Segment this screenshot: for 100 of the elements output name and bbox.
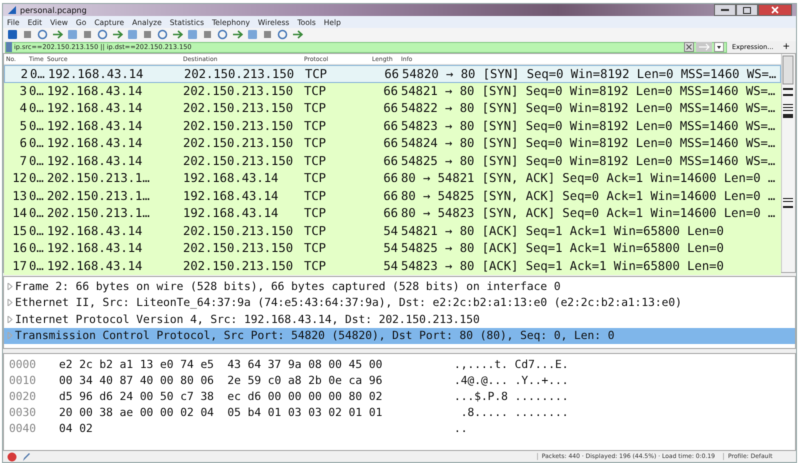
packet-row[interactable]: 12 0… 202.150.213.1… 192.168.43.14 TCP 66 80 → 54821 [SYN, ACK] Seq=0 Ack=1 Win=14600 Len=0 … [4,170,781,188]
packet-row[interactable]: 2 0… 192.168.43.14 202.150.213.150 TCP 66 54820 → 80 [SYN] Seq=0 Win=8192 Len=0 MSS=1460 WS=… [4,65,781,82]
table-cell-text: 0… [30,66,46,81]
table-cell-text: 54823 → 80 [SYN] Seq=0 Win=8192 Len=0 MSS=1460 WS=… [401,118,776,133]
table-cell-text: 54 [382,241,399,256]
stop-icon[interactable] [22,29,33,40]
tree-item[interactable]: Ethernet II, Src: LiteonTe_64:37:9a (74:e5:43:64:37:9a), Dst: e2:2c:b2:a1:13:e0 (e2:2c:b2:a1:13:e0) [4,294,795,311]
table-cell-text: 54825 → 80 [ACK] Seq=1 Ack=1 Win=65800 Len=0 [401,241,725,256]
bookmark-icon [6,42,12,52]
table-cell-text: 66 [382,171,399,186]
table-cell-text: 202.150.213.150 [183,224,294,238]
table-cell-text: 0… [29,101,45,116]
packet-row[interactable]: 13 0… 202.150.213.1… 192.168.43.14 TCP 66 80 → 54825 [SYN, ACK] Seq=0 Ack=1 Win=14600 Len=0 … [4,188,781,205]
ascii-bytes: ...$.P.8 ........ [454,390,569,402]
table-cell-text: 54 [382,258,399,273]
packet-row[interactable]: 5 0… 192.168.43.14 202.150.213.150 TCP 66 54823 → 80 [SYN] Seq=0 Win=8192 Len=0 MSS=1460 WS=… [4,118,781,135]
table-cell-text: 202.150.213.150 [183,136,294,150]
table-cell-text: 66 [382,118,399,133]
table-cell-text: 4 [18,101,28,116]
offset-label: 0040 [8,422,37,434]
hex-bytes: 04 02 [59,422,94,434]
table-cell-text: 54825 → 80 [SYN] Seq=0 Win=8192 Len=0 MSS=1460 WS=… [401,154,776,168]
table-cell-text: TCP [304,258,328,273]
table-cell-text: 54820 → 80 [SYN] Seq=0 Win=8192 Len=0 MSS=1460 WS=… [402,66,778,81]
table-cell-text: 192.168.43.14 [47,118,144,133]
table-cell-text: TCP [304,101,328,116]
packet-row[interactable]: 7 0… 192.168.43.14 202.150.213.150 TCP 66 54825 → 80 [SYN] Seq=0 Win=8192 Len=0 MSS=1460 WS=… [4,152,781,170]
expand-arrow-icon[interactable] [7,282,13,290]
clear-icon[interactable] [684,42,694,52]
table-cell-text: 66 [382,154,399,168]
window-title: personal.pcapng [20,6,87,14]
minimize-icon [721,8,729,12]
table-cell-text: TCP [304,136,328,150]
table-cell-text: 192.168.43.14 [47,136,144,150]
offset-label: 0030 [8,406,37,418]
packet-row[interactable]: 14 0… 202.150.213.1… 192.168.43.14 TCP 66 80 → 54823 [SYN, ACK] Seq=0 Ack=1 Win=14600 Len=0 … [4,205,781,222]
packet-row[interactable]: 6 0… 192.168.43.14 202.150.213.150 TCP 66 54824 → 80 [SYN] Seq=0 Win=8192 Len=0 MSS=1460 WS=… [4,135,781,152]
offset-label: 0010 [8,374,37,386]
tree-item[interactable]: Internet Protocol Version 4, Src: 192.168.43.14, Dst: 202.150.213.150 [4,311,795,328]
table-cell-text: 15 [11,224,28,238]
ascii-bytes: .. [454,422,468,434]
maximize-button[interactable] [736,4,758,16]
dropdown-icon[interactable] [714,42,724,52]
offset-label: 0020 [8,390,37,402]
hex-bytes: 20 00 38 ae 00 00 02 04 05 b4 01 03 03 02 01 01 [59,406,384,418]
table-cell-text: 202.150.213.1… [47,188,151,203]
table-cell-text: 0… [29,258,45,273]
offset-label: 0000 [8,358,37,370]
record-icon[interactable] [7,452,17,462]
table-cell-text: 54821 → 80 [SYN] Seq=0 Win=8192 Len=0 MSS=1460 WS=… [401,84,776,98]
scrollbar[interactable] [781,54,795,272]
table-cell-text: 66 [382,188,399,203]
table-cell-text: 54822 → 80 [SYN] Seq=0 Win=8192 Len=0 MSS=1460 WS=… [401,101,776,116]
table-cell-text: 202.150.213.150 [184,66,296,81]
table-cell-text: 202.150.213.1… [47,206,151,220]
close-button[interactable] [758,4,792,16]
hex-bytes: 00 34 40 87 40 00 80 06 2e 59 c0 a8 2b 0e ca 96 [59,374,384,386]
table-cell-text: 192.168.43.14 [183,171,280,186]
table-cell-text: 0… [29,118,45,133]
table-cell-text: 192.168.43.14 [47,241,144,256]
add-button[interactable]: + [778,42,794,52]
packet-row[interactable]: 4 0… 192.168.43.14 202.150.213.150 TCP 66 54822 → 80 [SYN] Seq=0 Win=8192 Len=0 MSS=1460 WS=… [4,100,781,118]
minimize-button[interactable] [714,4,736,16]
table-cell-text: 192.168.43.14 [48,66,144,81]
table-cell-text: 54823 → 80 [ACK] Seq=1 Ack=1 Win=65800 Len=0 [401,258,725,273]
table-cell-text: 54 [382,224,399,238]
tree-item[interactable]: Frame 2: 66 bytes on wire (528 bits), 66 bytes captured (528 bits) on interface 0 [4,278,795,294]
table-cell-text: 54824 → 80 [SYN] Seq=0 Win=8192 Len=0 MSS=1460 WS=… [401,136,776,150]
table-cell-text: TCP [304,84,328,98]
packet-row[interactable]: 3 0… 192.168.43.14 202.150.213.150 TCP 66 54821 → 80 [SYN] Seq=0 Win=8192 Len=0 MSS=1460 WS=… [4,82,781,100]
table-cell-text: 0… [29,224,45,238]
packet-row[interactable]: 17 0… 192.168.43.14 202.150.213.150 TCP 54 54823 → 80 [ACK] Seq=1 Ack=1 Win=65800 Len=0 [4,258,781,275]
packet-row[interactable]: 16 0… 192.168.43.14 202.150.213.150 TCP 54 54825 → 80 [ACK] Seq=1 Ack=1 Win=65800 Len=0 [4,240,781,258]
table-cell-text: 202.150.213.150 [183,118,294,133]
table-cell-text: 192.168.43.14 [47,224,144,238]
expand-arrow-icon[interactable] [7,299,13,306]
expand-arrow-icon[interactable] [7,316,13,323]
table-cell-text: TCP [304,118,328,133]
table-cell-text: 192.168.43.14 [47,101,144,116]
tree-item[interactable]: Transmission Control Protocol, Src Port: 54820 (54820), Dst Port: 80 (80), Seq: 0, Len: 0 [4,328,795,344]
table-cell-text: 2 [20,66,29,81]
table-cell-text: 192.168.43.14 [183,206,280,220]
table-cell-text: TCP [305,66,328,81]
hex-bytes: d5 96 d6 24 00 50 c7 38 ec d6 00 00 00 00 80 02 [59,390,384,402]
table-cell-text: 6 [18,136,28,150]
table-cell-text: TCP [304,206,328,220]
table-cell-text: 54821 → 80 [ACK] Seq=1 Ack=1 Win=65800 Len=0 [401,224,725,238]
table-cell-text: 202.150.213.150 [183,241,294,256]
table-cell-text: 192.168.43.14 [47,154,144,168]
ascii-bytes: .,....t. Cd7...E. [454,358,569,370]
table-cell-text: 3 [18,84,28,98]
packet-row[interactable]: 15 0… 192.168.43.14 202.150.213.150 TCP 54 54821 → 80 [ACK] Seq=1 Ack=1 Win=65800 Len=0 [4,222,781,240]
table-cell-text: 5 [18,118,28,133]
table-cell-text: 14 [11,206,28,220]
table-cell-text: 192.168.43.14 [183,188,280,203]
table-cell-text: 0… [29,206,45,220]
table-cell-text: 66 [382,136,399,150]
table-cell-text: 80 → 54821 [SYN, ACK] Seq=0 Ack=1 Win=14600 Len=0 … [401,171,776,186]
table-cell-text: 202.150.213.1… [47,171,151,186]
table-cell-text: 0… [29,136,45,150]
